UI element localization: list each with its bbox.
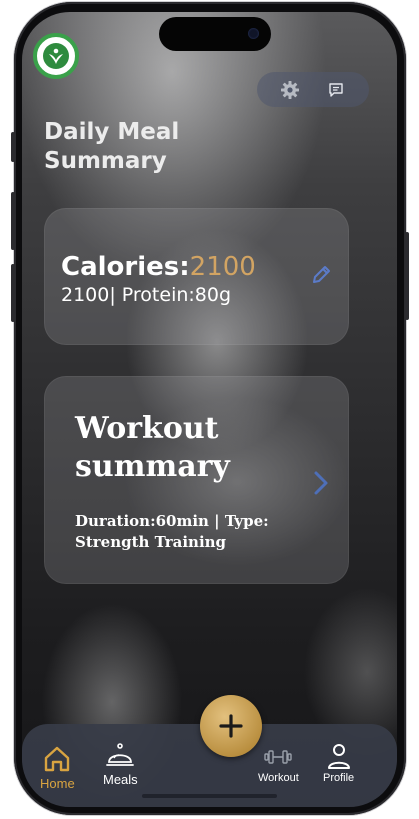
calories-value: 2100	[189, 252, 256, 282]
tab-workout[interactable]: Workout	[258, 748, 299, 784]
workout-card[interactable]: Workout summary Duration:60min | Type: S…	[44, 376, 349, 584]
tab-profile[interactable]: Profile	[323, 742, 354, 784]
tab-home[interactable]: Home	[40, 744, 75, 791]
app-screen: Daily Meal Summary Calories:2100 2100| P…	[22, 12, 397, 807]
page-title-line2: Summary	[44, 148, 167, 174]
calories-card[interactable]: Calories:2100 2100| Protein:80g	[44, 208, 349, 345]
tab-meals[interactable]: Meals	[103, 740, 138, 787]
workout-title-line1: Workout	[75, 411, 219, 446]
app-logo[interactable]	[33, 33, 79, 79]
dynamic-island	[159, 17, 271, 51]
dumbbell-icon	[264, 750, 293, 764]
workout-details-line2: Strength Training	[75, 533, 227, 551]
workout-title: Workout summary	[75, 410, 275, 486]
action-button	[11, 132, 15, 162]
cloche-icon	[106, 743, 135, 766]
page-title-line1: Daily Meal	[44, 119, 180, 145]
chat-icon[interactable]	[323, 77, 349, 103]
protein-line: 2100| Protein:80g	[61, 284, 232, 306]
power-button	[405, 232, 409, 320]
tab-home-label: Home	[40, 776, 75, 791]
page-title: Daily Meal Summary	[44, 118, 244, 176]
home-indicator	[142, 794, 277, 798]
workout-title-line2: summary	[75, 449, 230, 484]
plus-icon	[219, 714, 243, 738]
chevron-right-icon[interactable]	[310, 470, 332, 496]
calories-line: Calories:2100	[61, 252, 256, 282]
tab-profile-label: Profile	[323, 772, 355, 784]
pencil-icon[interactable]	[310, 264, 332, 286]
volume-up-button	[11, 192, 15, 250]
calories-label: Calories:	[61, 252, 190, 282]
workout-details-line1: Duration:60min | Type:	[75, 512, 269, 530]
gear-icon[interactable]	[277, 77, 303, 103]
tab-workout-label: Workout	[258, 772, 299, 784]
camera-icon	[248, 28, 259, 39]
tab-meals-label: Meals	[103, 772, 138, 787]
person-icon	[327, 744, 350, 769]
leaf-person-logo-icon	[43, 43, 69, 69]
top-actions-pill	[257, 72, 369, 107]
volume-down-button	[11, 264, 15, 322]
workout-details: Duration:60min | Type: Strength Training	[75, 511, 305, 553]
home-icon	[45, 746, 70, 772]
add-meal-button[interactable]	[200, 695, 262, 757]
